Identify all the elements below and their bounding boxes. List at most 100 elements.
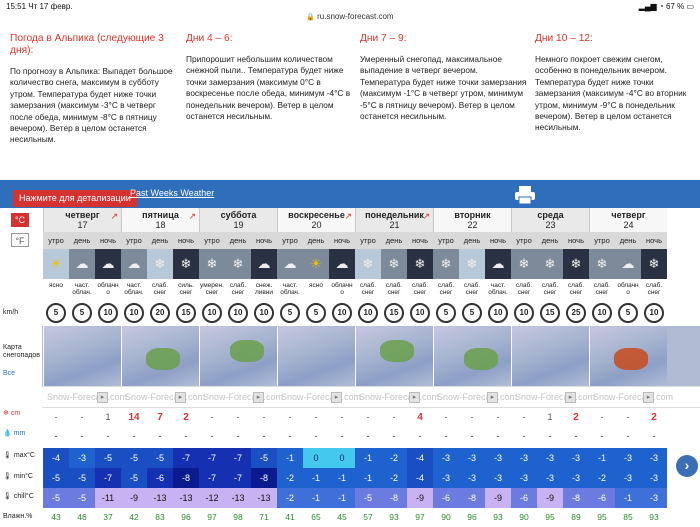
snow-map-thumbnail[interactable]	[277, 326, 355, 386]
max-temp-value: -3	[511, 448, 537, 468]
summary-text: Припорошит небольшим количеством снежной…	[186, 54, 351, 122]
time-of-day: ночь	[407, 232, 433, 249]
chill-temp-value: -1	[303, 488, 329, 508]
snowfall-area	[614, 348, 648, 370]
condition-label: слаб. снег	[407, 279, 433, 301]
max-temp-value: 0	[303, 448, 329, 468]
condition-label: силь. снег	[173, 279, 199, 301]
max-temp-value: -3	[563, 448, 589, 468]
fahrenheit-toggle[interactable]: °F	[11, 233, 29, 247]
max-temp-value: -2	[381, 448, 407, 468]
past-weeks-link[interactable]: Past Weeks Weather	[130, 188, 214, 198]
snow-map-thumbnail[interactable]	[589, 326, 667, 386]
min-temp-label: 🌡 min°C	[3, 473, 33, 480]
condition-label: част. облач.	[69, 279, 95, 301]
expand-arrow-icon[interactable]: ↗	[344, 211, 352, 221]
snow-value: 14	[121, 408, 147, 427]
snow-map-thumbnail[interactable]	[43, 326, 121, 386]
chill-temp-value: -2	[277, 488, 303, 508]
day-number: 22	[467, 220, 478, 230]
snow-map-thumbnail[interactable]	[199, 326, 277, 386]
max-temp-value: -7	[199, 448, 225, 468]
snow-map-thumbnail[interactable]	[511, 326, 589, 386]
min-temp-value: -3	[537, 468, 563, 488]
day-header[interactable]: суббота 19	[199, 208, 277, 232]
max-temp-value: -1	[355, 448, 381, 468]
snow-map-thumbnail[interactable]	[355, 326, 433, 386]
printer-icon[interactable]	[514, 185, 536, 205]
wind-circle-icon: 5	[280, 303, 300, 323]
map-play-icon[interactable]: ▸	[331, 392, 342, 403]
chill-temp-value: -6	[433, 488, 459, 508]
condition-label: слаб. снег	[589, 279, 615, 301]
watermark-text: Snow-Forecast.com	[125, 392, 206, 402]
day-header[interactable]: вторник 22	[433, 208, 511, 232]
rain-value: -	[459, 427, 485, 446]
wind-speed: 5	[277, 301, 303, 325]
wind-speed: 10	[641, 301, 667, 325]
day-header[interactable]: воскресенье 20 ↗	[277, 208, 355, 232]
rain-value: -	[329, 427, 355, 446]
chill-temp-value: -8	[381, 488, 407, 508]
time-of-day: день	[303, 232, 329, 249]
day-header[interactable]: четверг 24	[589, 208, 667, 232]
day-number: 19	[233, 220, 244, 230]
snow-map-thumbnail[interactable]	[121, 326, 199, 386]
watermark-text: Snow-Forecast.com	[359, 392, 440, 402]
snow-value: 4	[407, 408, 433, 427]
chill-temp-value: -13	[251, 488, 277, 508]
condition-label: снеж. ливни	[251, 279, 277, 301]
wind-circle-icon: 25	[566, 303, 586, 323]
day-name: понедельник	[365, 210, 424, 220]
map-play-icon[interactable]: ▸	[565, 392, 576, 403]
humidity-value: 95	[537, 508, 563, 527]
snowfall-area	[230, 340, 264, 362]
rain-value: -	[69, 427, 95, 446]
wind-circle-icon: 5	[462, 303, 482, 323]
celsius-toggle[interactable]: °C	[11, 213, 29, 227]
wind-circle-icon: 15	[540, 303, 560, 323]
map-play-icon[interactable]: ▸	[643, 392, 654, 403]
day-header[interactable]: среда 23	[511, 208, 589, 232]
map-play-icon[interactable]: ▸	[97, 392, 108, 403]
map-play-icon[interactable]: ▸	[175, 392, 186, 403]
weather-icon: ☁	[615, 249, 641, 279]
humidity-value: 97	[199, 508, 225, 527]
max-temp-value: -3	[459, 448, 485, 468]
day-header[interactable]: пятница 18 ↗	[121, 208, 199, 232]
details-tooltip-button[interactable]: Нажмите для детализации	[13, 190, 137, 207]
time-of-day: ночь	[641, 232, 667, 249]
expand-arrow-icon[interactable]: ↗	[422, 211, 430, 221]
condition-label: слаб. снег	[511, 279, 537, 301]
rain-label: 💧 mm	[3, 430, 26, 437]
wind-circle-icon: 10	[98, 303, 118, 323]
day-name: четверг	[611, 210, 646, 220]
map-play-icon[interactable]: ▸	[253, 392, 264, 403]
day-header[interactable]: четверг 17 ↗	[43, 208, 121, 232]
day-name: четверг	[65, 210, 100, 220]
humidity-value: 57	[355, 508, 381, 527]
wind-speed: 10	[329, 301, 355, 325]
map-play-icon[interactable]: ▸	[487, 392, 498, 403]
time-of-day: утро	[121, 232, 147, 249]
snow-value: -	[433, 408, 459, 427]
wind-speed: 10	[355, 301, 381, 325]
address-bar[interactable]: 🔒 ru.snow-forecast.com	[0, 12, 700, 26]
wind-circle-icon: 15	[384, 303, 404, 323]
snow-map-all-link[interactable]: Все	[3, 370, 41, 378]
day-header[interactable]: понедельник 21 ↗	[355, 208, 433, 232]
expand-arrow-icon[interactable]: ↗	[110, 211, 118, 221]
next-chevron-icon[interactable]: ›	[676, 455, 698, 477]
condition-label: ясно	[43, 279, 69, 301]
humidity-value: 43	[43, 508, 69, 527]
condition-label: слаб. снег	[641, 279, 667, 301]
max-temp-value: -5	[251, 448, 277, 468]
weather-icon: ❄	[355, 249, 381, 279]
snow-value: -	[69, 408, 95, 427]
map-play-icon[interactable]: ▸	[409, 392, 420, 403]
wind-circle-icon: 10	[332, 303, 352, 323]
humidity-label: Влажн.%	[3, 513, 33, 520]
expand-arrow-icon[interactable]: ↗	[188, 211, 196, 221]
snow-map-thumbnail[interactable]	[433, 326, 511, 386]
weather-icon: ☁	[95, 249, 121, 279]
